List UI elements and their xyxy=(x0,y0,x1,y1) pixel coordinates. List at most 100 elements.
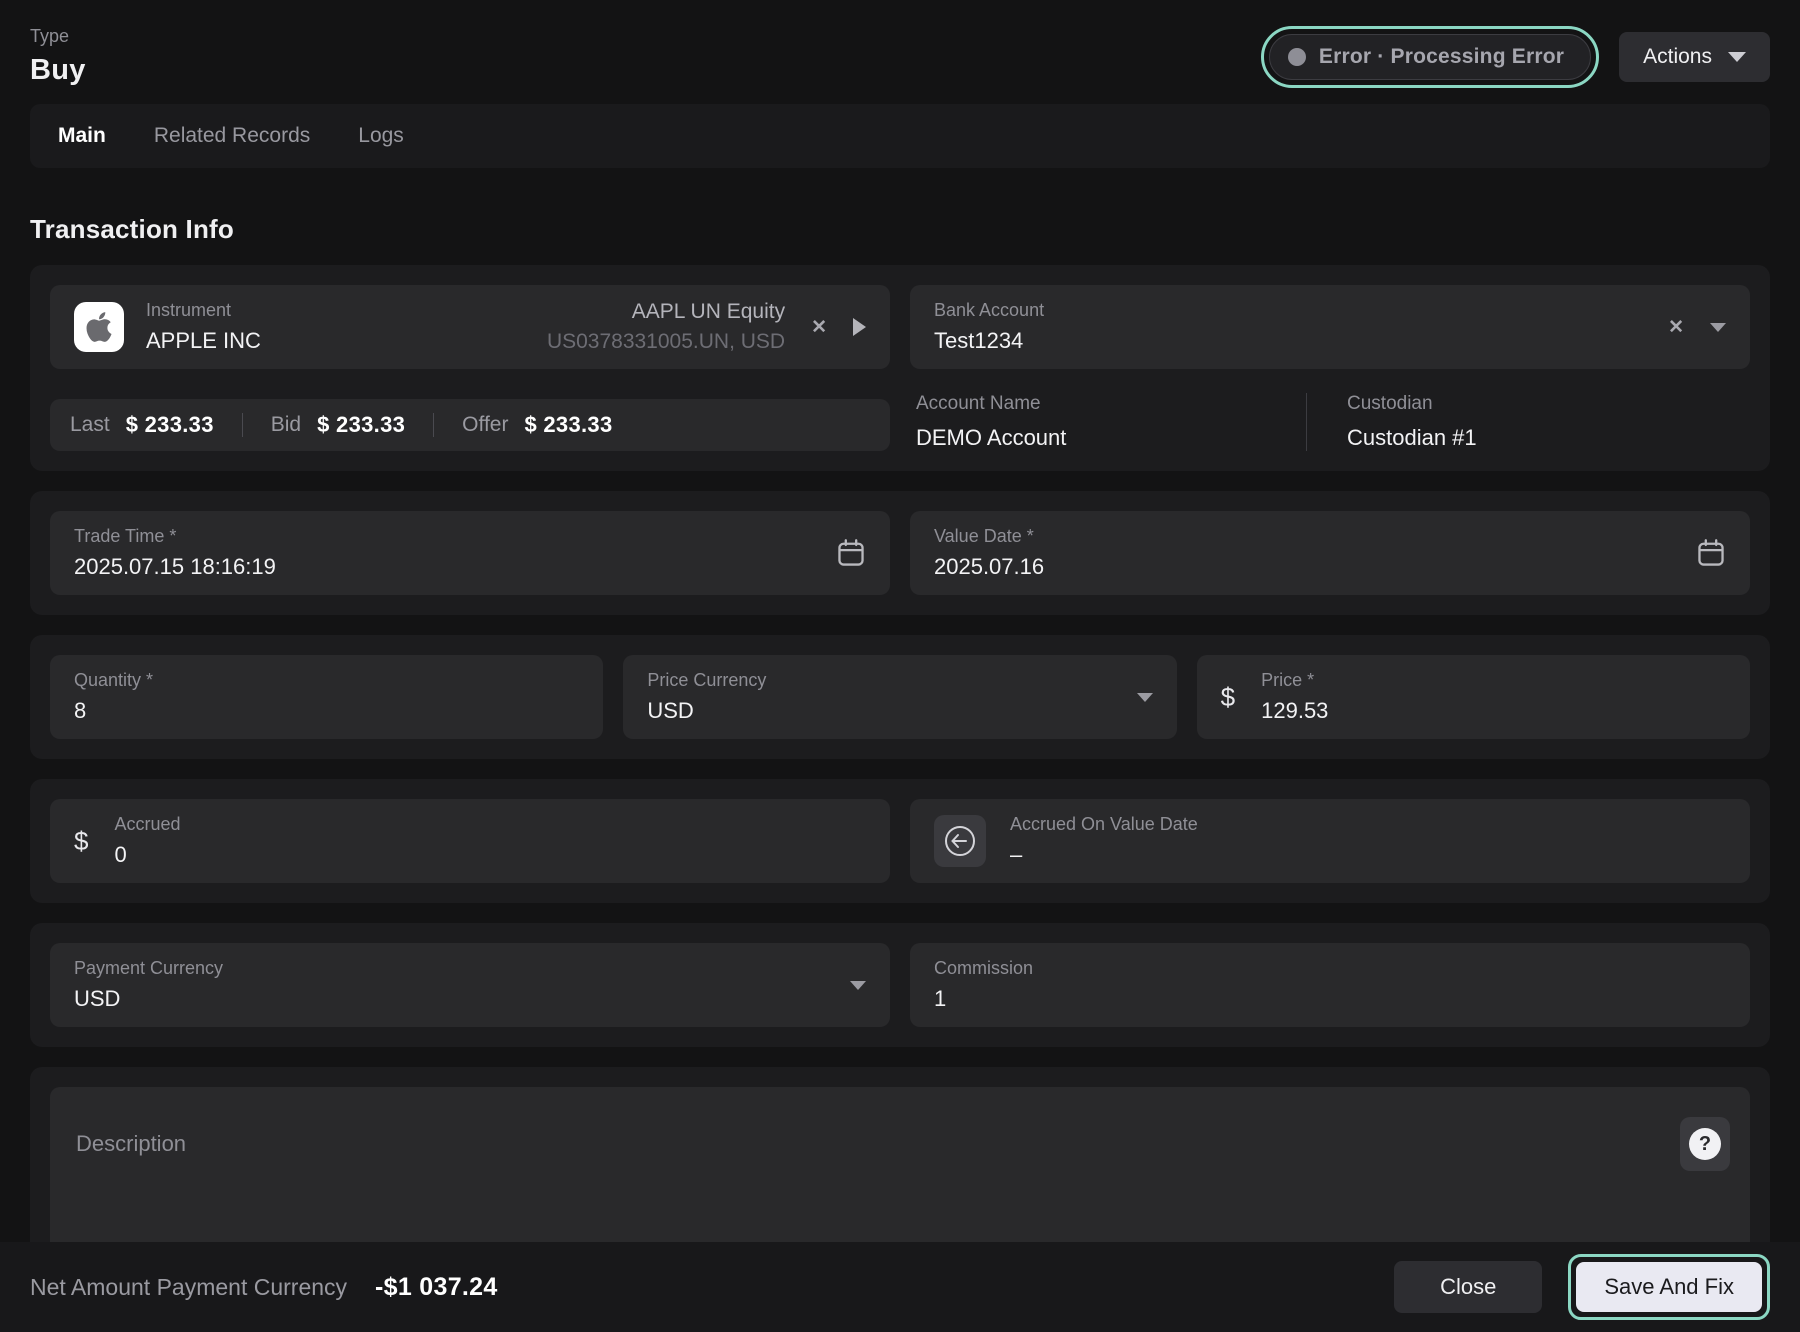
quote-bid-value: $ 233.33 xyxy=(317,412,405,438)
instrument-column: Instrument APPLE INC AAPL UN Equity US03… xyxy=(50,285,890,451)
quantity-value: 8 xyxy=(74,698,153,724)
save-and-fix-button[interactable]: Save And Fix xyxy=(1576,1262,1762,1312)
dollar-sign-icon: $ xyxy=(1221,682,1235,713)
custodian-label: Custodian xyxy=(1347,393,1477,415)
transaction-dialog: Type Buy Error · Processing Error Action… xyxy=(0,0,1800,1332)
quote-last: Last $ 233.33 xyxy=(64,412,242,438)
status-badge[interactable]: Error · Processing Error xyxy=(1269,34,1591,80)
price-currency-select[interactable]: Price Currency USD xyxy=(623,655,1176,739)
bank-account-value: Test1234 xyxy=(934,328,1044,354)
quote-offer-label: Offer xyxy=(462,413,508,437)
quote-offer-value: $ 233.33 xyxy=(524,412,612,438)
calendar-icon[interactable] xyxy=(1696,538,1726,568)
value-date-value: 2025.07.16 xyxy=(934,554,1044,580)
header-actions: Error · Processing Error Actions xyxy=(1261,26,1770,88)
value-date-label: Value Date * xyxy=(934,526,1044,547)
accrued-value: 0 xyxy=(114,842,180,868)
commission-value: 1 xyxy=(934,986,1033,1012)
tab-bar: Main Related Records Logs xyxy=(30,104,1770,168)
save-button-highlight-ring: Save And Fix xyxy=(1568,1254,1770,1320)
section-title: Transaction Info xyxy=(30,214,1770,245)
actions-button[interactable]: Actions xyxy=(1619,32,1770,82)
clear-instrument-icon[interactable]: ✕ xyxy=(811,316,827,339)
bank-account-field[interactable]: Bank Account Test1234 ✕ xyxy=(910,285,1750,369)
trade-time-field[interactable]: Trade Time * 2025.07.15 18:16:19 xyxy=(50,511,890,595)
bank-account-dropdown-icon[interactable] xyxy=(1710,323,1726,332)
trade-time-label: Trade Time * xyxy=(74,526,276,547)
quote-offer: Offer $ 233.33 xyxy=(434,412,640,438)
account-name-block: Account Name DEMO Account xyxy=(916,393,1306,451)
footer-buttons: Close Save And Fix xyxy=(1394,1254,1770,1320)
instrument-bank-panel: Instrument APPLE INC AAPL UN Equity US03… xyxy=(30,265,1770,471)
accrued-field[interactable]: $ Accrued 0 xyxy=(50,799,890,883)
quote-last-value: $ 233.33 xyxy=(126,412,214,438)
info-divider xyxy=(1306,393,1307,451)
clear-bank-account-icon[interactable]: ✕ xyxy=(1668,316,1684,339)
price-label: Price * xyxy=(1261,670,1328,691)
instrument-text: Instrument APPLE INC xyxy=(146,300,261,354)
quantity-label: Quantity * xyxy=(74,670,153,691)
header: Type Buy Error · Processing Error Action… xyxy=(0,0,1800,88)
payment-currency-select[interactable]: Payment Currency USD xyxy=(50,943,890,1027)
account-name-label: Account Name xyxy=(916,393,1306,415)
value-date-field[interactable]: Value Date * 2025.07.16 xyxy=(910,511,1750,595)
status-badge-highlight-ring: Error · Processing Error xyxy=(1261,26,1599,88)
payment-currency-value: USD xyxy=(74,986,223,1012)
payment-currency-dropdown-icon[interactable] xyxy=(850,981,866,990)
status-badge-label: Error · Processing Error xyxy=(1319,45,1564,69)
accrued-panel: $ Accrued 0 Accrued On Value Date – xyxy=(30,779,1770,903)
quote-bid: Bid $ 233.33 xyxy=(243,412,433,438)
tab-logs[interactable]: Logs xyxy=(358,124,404,148)
type-label: Type xyxy=(30,26,86,47)
chevron-down-icon xyxy=(1728,52,1746,62)
instrument-field[interactable]: Instrument APPLE INC AAPL UN Equity US03… xyxy=(50,285,890,369)
accrued-on-value-date-field[interactable]: Accrued On Value Date – xyxy=(910,799,1750,883)
dates-panel: Trade Time * 2025.07.15 18:16:19 Value D… xyxy=(30,491,1770,615)
copy-back-button[interactable] xyxy=(934,815,986,867)
instrument-identifier: US0378331005.UN, USD xyxy=(547,330,785,354)
help-button[interactable]: ? xyxy=(1680,1117,1730,1171)
price-currency-label: Price Currency xyxy=(647,670,766,691)
bank-account-column: Bank Account Test1234 ✕ Account Name DEM… xyxy=(910,285,1750,451)
quantity-field[interactable]: Quantity * 8 xyxy=(50,655,603,739)
instrument-right: AAPL UN Equity US0378331005.UN, USD ✕ xyxy=(547,300,866,354)
instrument-ticker-block: AAPL UN Equity US0378331005.UN, USD xyxy=(547,300,785,354)
bank-account-text: Bank Account Test1234 xyxy=(934,300,1044,354)
transaction-type: Buy xyxy=(30,54,86,87)
actions-button-label: Actions xyxy=(1643,45,1712,69)
price-currency-value: USD xyxy=(647,698,766,724)
net-amount-value: -$1 037.24 xyxy=(375,1273,498,1302)
custodian-value: Custodian #1 xyxy=(1347,425,1477,451)
price-currency-dropdown-icon[interactable] xyxy=(1137,693,1153,702)
tab-main[interactable]: Main xyxy=(58,124,106,148)
instrument-value: APPLE INC xyxy=(146,328,261,354)
price-value: 129.53 xyxy=(1261,698,1328,724)
type-block: Type Buy xyxy=(30,26,86,87)
question-mark-icon: ? xyxy=(1689,1128,1721,1160)
quote-bid-label: Bid xyxy=(271,413,301,437)
dollar-sign-icon: $ xyxy=(74,826,88,857)
commission-label: Commission xyxy=(934,958,1033,979)
account-info-row: Account Name DEMO Account Custodian Cust… xyxy=(910,393,1750,451)
accrued-on-value-date-label: Accrued On Value Date xyxy=(1010,814,1198,835)
instrument-ticker: AAPL UN Equity xyxy=(547,300,785,324)
instrument-label: Instrument xyxy=(146,300,261,321)
status-dot-icon xyxy=(1288,48,1306,66)
tab-related-records[interactable]: Related Records xyxy=(154,124,310,148)
calendar-icon[interactable] xyxy=(836,538,866,568)
accrued-on-value-date-value: – xyxy=(1010,842,1198,868)
market-quotes-strip: Last $ 233.33 Bid $ 233.33 Offer $ 233.3… xyxy=(50,399,890,451)
trade-time-value: 2025.07.15 18:16:19 xyxy=(74,554,276,580)
payment-panel: Payment Currency USD Commission 1 xyxy=(30,923,1770,1047)
custodian-block: Custodian Custodian #1 xyxy=(1347,393,1477,451)
apple-logo-icon xyxy=(74,302,124,352)
close-button[interactable]: Close xyxy=(1394,1261,1542,1313)
expand-instrument-icon[interactable] xyxy=(853,318,866,336)
payment-currency-label: Payment Currency xyxy=(74,958,223,979)
commission-field[interactable]: Commission 1 xyxy=(910,943,1750,1027)
footer-bar: Net Amount Payment Currency -$1 037.24 C… xyxy=(0,1242,1800,1332)
bank-account-controls: ✕ xyxy=(1668,316,1726,339)
price-field[interactable]: $ Price * 129.53 xyxy=(1197,655,1750,739)
net-amount-label: Net Amount Payment Currency xyxy=(30,1274,347,1301)
quote-last-label: Last xyxy=(70,413,110,437)
